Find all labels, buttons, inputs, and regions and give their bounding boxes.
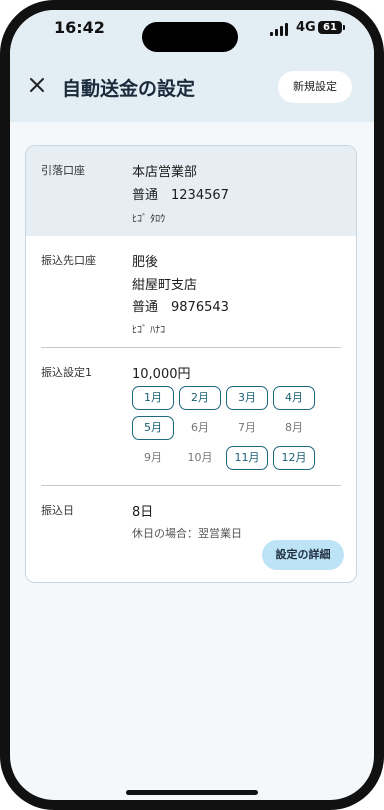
close-icon[interactable] (26, 74, 48, 96)
signal-icon (270, 22, 290, 36)
divider (41, 485, 341, 486)
debit-branch: 本店営業部 (132, 165, 198, 180)
transfer-date-label: 振込日 (41, 504, 74, 517)
network-type: 4G (296, 20, 316, 35)
payee-branch: 紺屋町支店 (132, 278, 198, 293)
month-chip[interactable]: 8月 (273, 416, 315, 440)
month-chip[interactable]: 3月 (226, 386, 268, 410)
battery-level: 61 (323, 22, 337, 33)
transfer-setting-label: 振込設定1 (41, 366, 92, 379)
status-bar: 16:42 4G 61 (10, 10, 374, 52)
payee-account-number: 普通 9876543 (132, 300, 229, 315)
month-chip[interactable]: 10月 (179, 446, 221, 470)
payee-bank: 肥後 (132, 255, 159, 270)
page-title: 自動送金の設定 (62, 78, 196, 100)
holiday-note: 休日の場合：翌営業日 (132, 527, 242, 540)
home-indicator (126, 790, 258, 795)
debit-account-holder: ﾋｺﾞ ﾀﾛｳ (132, 214, 166, 225)
phone-frame: 16:42 4G 61 自動送金の設定 新規設定 引落口座 本店営業部 普通 1… (0, 0, 384, 810)
month-chip[interactable]: 6月 (179, 416, 221, 440)
divider (41, 347, 341, 348)
month-chip[interactable]: 7月 (226, 416, 268, 440)
month-chip[interactable]: 2月 (179, 386, 221, 410)
month-chip[interactable]: 11月 (226, 446, 268, 470)
dynamic-island (142, 22, 238, 52)
payee-account-holder: ﾋｺﾞ ﾊﾅｺ (132, 325, 166, 336)
setting-detail-button[interactable]: 設定の詳細 (262, 540, 344, 570)
payee-account-label: 振込先口座 (41, 254, 96, 267)
month-chip[interactable]: 5月 (132, 416, 174, 440)
battery-icon: 61 (318, 21, 345, 34)
debit-account-label: 引落口座 (41, 164, 85, 177)
month-chip[interactable]: 9月 (132, 446, 174, 470)
month-chip[interactable]: 4月 (273, 386, 315, 410)
debit-account-number: 普通 1234567 (132, 188, 229, 203)
transfer-settings-card: 引落口座 本店営業部 普通 1234567 ﾋｺﾞ ﾀﾛｳ 振込先口座 肥後 紺… (25, 145, 357, 583)
status-time: 16:42 (54, 18, 105, 37)
month-chip[interactable]: 12月 (273, 446, 315, 470)
transfer-day: 8日 (132, 505, 154, 520)
new-setting-button[interactable]: 新規設定 (278, 71, 352, 103)
transfer-amount: 10,000円 (132, 367, 191, 382)
month-chip[interactable]: 1月 (132, 386, 174, 410)
